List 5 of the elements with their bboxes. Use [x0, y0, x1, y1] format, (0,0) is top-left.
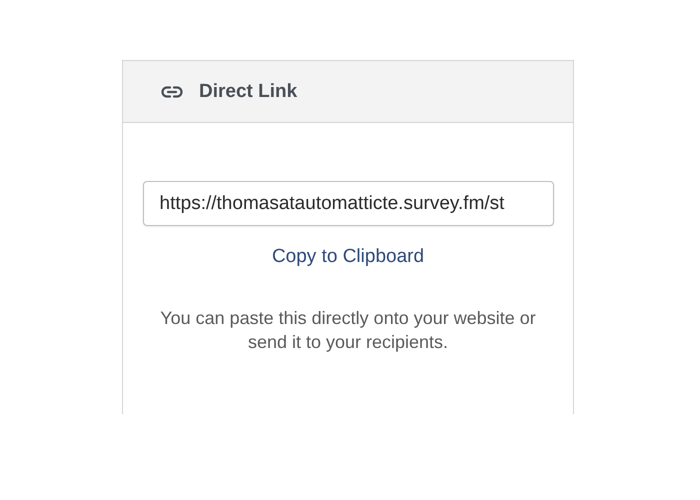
- panel-title: Direct Link: [199, 80, 298, 102]
- description-text: You can paste this directly onto your website or send it to your recipients.: [159, 307, 537, 354]
- copy-link[interactable]: Copy to Clipboard: [272, 246, 424, 268]
- link-field[interactable]: https://thomasatautomatticte.survey.fm/st: [142, 181, 554, 226]
- link-icon: [161, 86, 183, 98]
